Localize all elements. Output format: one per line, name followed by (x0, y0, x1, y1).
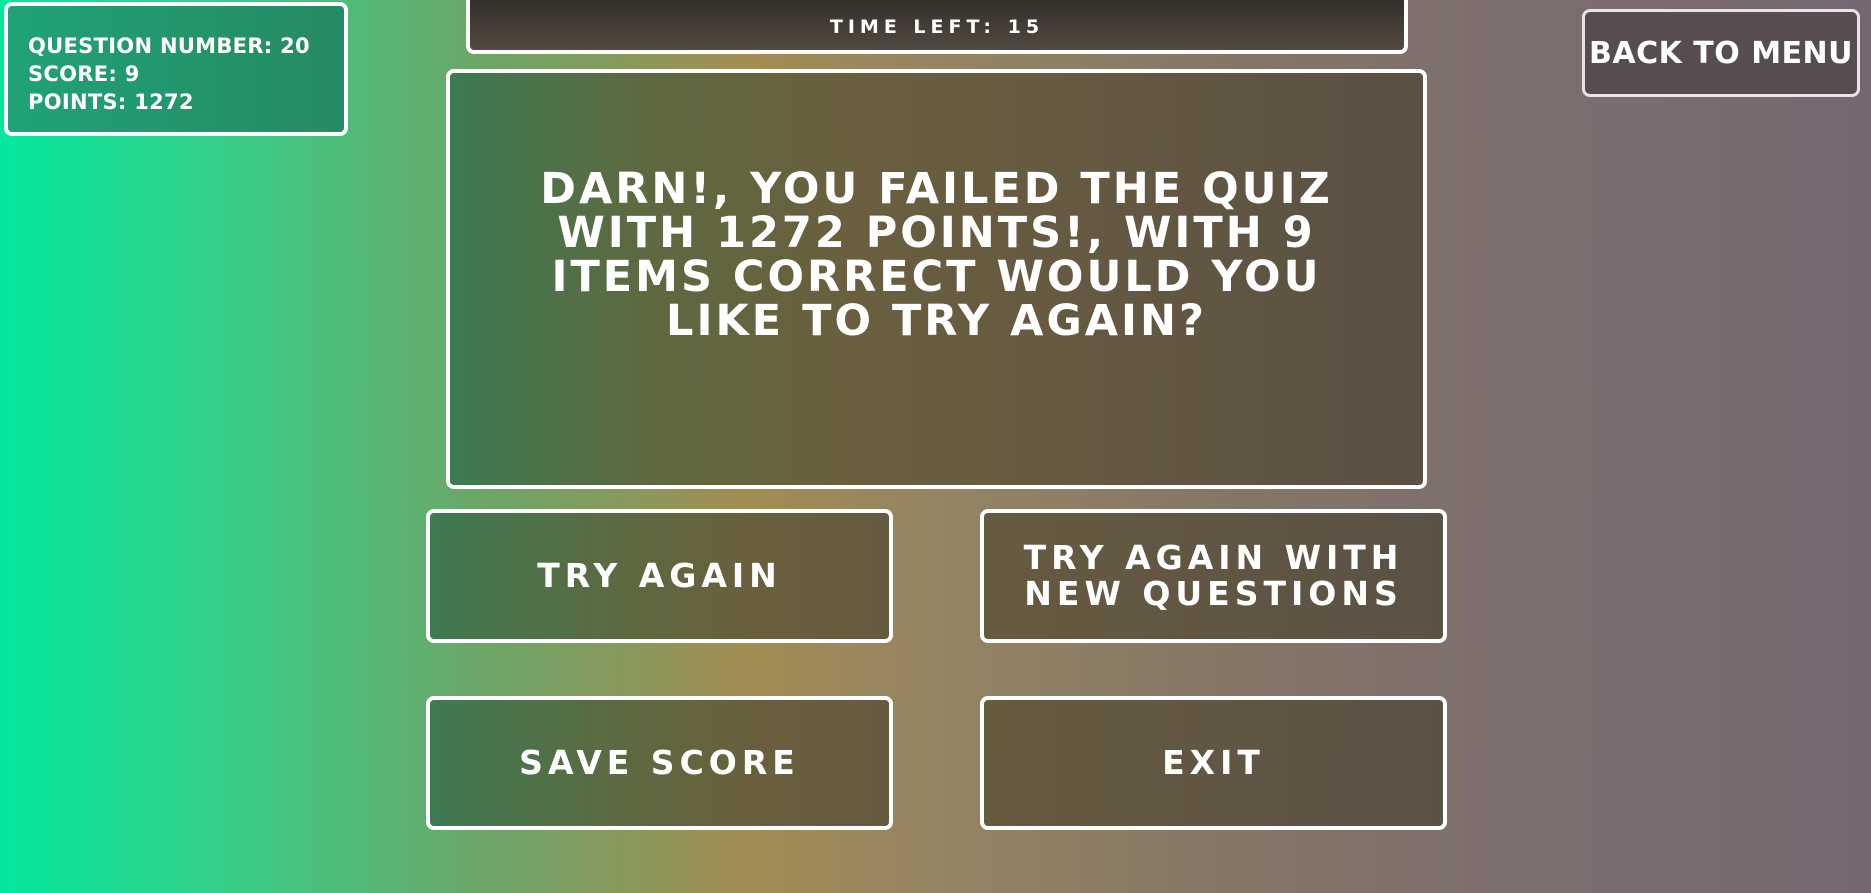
exit-button[interactable]: Exit (980, 696, 1447, 830)
save-score-button[interactable]: Save Score (426, 696, 893, 830)
stats-panel: Question Number: 20 Score: 9 Points: 127… (4, 2, 348, 136)
result-message: Darn!, you failed the quiz with 1272 poi… (540, 164, 1333, 346)
score-label: Score: 9 (28, 62, 140, 86)
try-again-new-questions-button[interactable]: Try again with new questions (980, 509, 1447, 643)
back-to-menu-button[interactable]: Back to Menu (1582, 9, 1860, 97)
try-again-button[interactable]: Try Again (426, 509, 893, 643)
question-number-label: Question Number: 20 (28, 34, 310, 58)
time-left-label: Time left: 15 (829, 16, 1045, 38)
result-message-panel: Darn!, you failed the quiz with 1272 poi… (446, 69, 1427, 489)
points-label: Points: 1272 (28, 90, 194, 114)
timer-bar: Time left: 15 (466, 0, 1408, 54)
